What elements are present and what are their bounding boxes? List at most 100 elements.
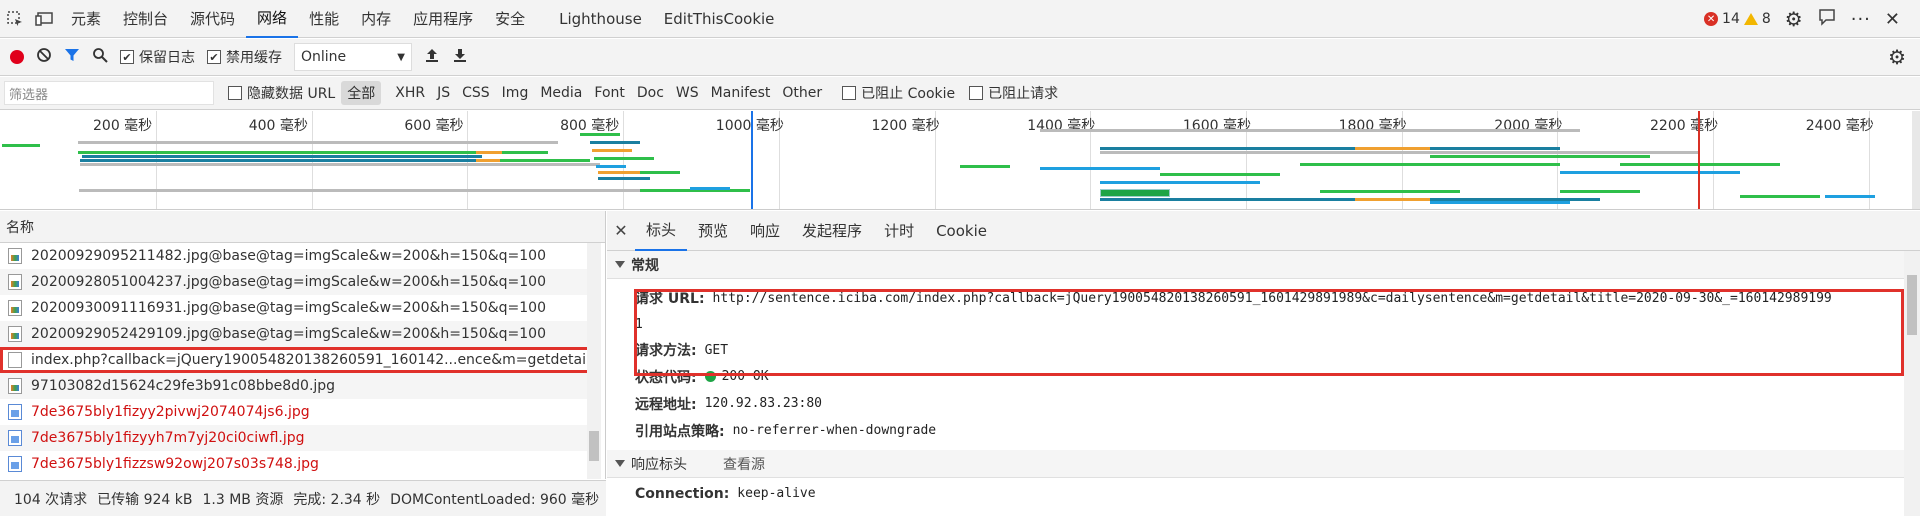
timeline-request-bar [1740, 195, 1820, 198]
tab-cookies[interactable]: Cookie [925, 211, 998, 251]
timeline-request-bar [1355, 198, 1430, 201]
request-row[interactable]: 7de3675bly1fizyyh7m7yj20ci0ciwfl.jpg [0, 425, 590, 451]
timeline-request-bar [640, 171, 680, 174]
filter-bar: 筛选器 隐藏数据 URL 全部 XHR JS CSS Img Media Fon… [0, 77, 1920, 110]
overview-scrollbar[interactable] [1912, 111, 1920, 209]
filter-type-css[interactable]: CSS [456, 81, 496, 105]
filter-type-other[interactable]: Other [776, 81, 828, 105]
blocked-requests-checkbox[interactable]: 已阻止请求 [969, 83, 1058, 103]
timeline-request-bar [476, 151, 502, 154]
preserve-log-checkbox[interactable]: ✔ 保留日志 [120, 47, 195, 67]
timeline-request-bar [1320, 190, 1460, 193]
inspect-element-icon[interactable] [0, 0, 30, 38]
scrollbar-thumb[interactable] [1907, 275, 1917, 335]
tab-preview[interactable]: 预览 [687, 211, 739, 251]
device-toolbar-icon[interactable] [30, 0, 60, 38]
search-icon[interactable] [92, 47, 108, 67]
timeline-tick-label: 2200 毫秒 [1650, 118, 1719, 134]
connection-header-value: keep-alive [737, 486, 816, 501]
network-settings-gear-icon[interactable]: ⚙ [1888, 45, 1906, 69]
image-file-icon [8, 274, 22, 290]
tab-performance[interactable]: 性能 [298, 0, 350, 38]
tab-lighthouse[interactable]: Lighthouse [548, 0, 653, 38]
tab-response[interactable]: 响应 [739, 211, 791, 251]
request-list: 名称 20200929095211482.jpg@base@tag=imgSca… [0, 211, 606, 479]
checkbox-unchecked-icon [228, 86, 242, 100]
filter-type-js[interactable]: JS [431, 81, 456, 105]
filter-type-doc[interactable]: Doc [631, 81, 670, 105]
request-detail-panel: ✕ 标头 预览 响应 发起程序 计时 Cookie 常规 请求 URL: htt… [607, 211, 1920, 516]
filter-type-xhr[interactable]: XHR [389, 81, 431, 105]
tab-sources[interactable]: 源代码 [179, 0, 246, 38]
tab-initiator[interactable]: 发起程序 [791, 211, 873, 251]
request-row[interactable]: 97103082d15624c29fe3b91c08bbe8d0.jpg [0, 373, 590, 399]
request-row[interactable]: 20200929052429109.jpg@base@tag=imgScale&… [0, 321, 590, 347]
response-headers-section-header[interactable]: 响应标头 查看源 [607, 450, 1920, 478]
remote-address-value: 120.92.83.23:80 [704, 396, 823, 411]
timeline-request-bar [592, 149, 632, 152]
tab-network[interactable]: 网络 [246, 0, 299, 38]
tab-security[interactable]: 安全 [484, 0, 536, 38]
request-row[interactable]: index.php?callback=jQuery190054820138260… [0, 347, 590, 373]
timeline-tick-label: 1000 毫秒 [715, 118, 784, 134]
request-list-scrollbar[interactable] [587, 243, 601, 479]
timeline-tick-label: 200 毫秒 [93, 118, 153, 134]
tab-memory[interactable]: 内存 [350, 0, 402, 38]
hide-data-urls-checkbox[interactable]: 隐藏数据 URL [228, 83, 335, 103]
settings-gear-icon[interactable]: ⚙ [1785, 7, 1803, 31]
timeline-tick-label: 1200 毫秒 [871, 118, 940, 134]
import-har-icon[interactable] [424, 47, 440, 67]
timeline-request-bar [580, 133, 620, 136]
filter-type-media[interactable]: Media [534, 81, 588, 105]
close-detail-icon[interactable]: ✕ [607, 221, 635, 240]
name-column-label: 名称 [6, 219, 34, 236]
blocked-cookies-checkbox[interactable]: 已阻止 Cookie [842, 83, 955, 103]
image-file-icon [8, 404, 22, 420]
dom-content-loaded-marker [751, 111, 753, 209]
request-row[interactable]: 20200930091116931.jpg@base@tag=imgScale&… [0, 295, 590, 321]
filter-type-font[interactable]: Font [588, 81, 630, 105]
timeline-request-bar [500, 159, 590, 162]
tab-application[interactable]: 应用程序 [402, 0, 484, 38]
image-file-icon [8, 430, 22, 446]
tab-timing[interactable]: 计时 [873, 211, 925, 251]
request-row[interactable]: 20200929095211482.jpg@base@tag=imgScale&… [0, 243, 590, 269]
network-overview-timeline[interactable]: 200 毫秒 400 毫秒 600 毫秒 800 毫秒 1000 毫秒 1200 毫秒 14… [0, 111, 1920, 210]
filter-type-manifest[interactable]: Manifest [705, 81, 777, 105]
disable-cache-checkbox[interactable]: ✔ 禁用缓存 [207, 47, 282, 67]
load-event-marker [1698, 111, 1700, 209]
name-column-header[interactable]: 名称 [0, 211, 605, 243]
general-section-header[interactable]: 常规 [607, 251, 1920, 279]
export-har-icon[interactable] [452, 47, 468, 67]
request-row[interactable]: 20200928051004237.jpg@base@tag=imgScale&… [0, 269, 590, 295]
filter-icon[interactable] [64, 47, 80, 67]
view-source-link[interactable]: 查看源 [723, 454, 765, 474]
timeline-request-bar [80, 159, 490, 162]
request-row[interactable]: 7de3675bly1fizyy2pivwj2074074js6.jpg [0, 399, 590, 425]
timeline-request-bar [2, 144, 40, 147]
feedback-icon[interactable] [1817, 7, 1837, 31]
filter-type-ws[interactable]: WS [670, 81, 705, 105]
issues-counter[interactable]: ✕ 14 8 [1704, 11, 1771, 27]
timeline-request-bar [1100, 189, 1170, 197]
tab-headers[interactable]: 标头 [635, 211, 688, 251]
detail-scrollbar[interactable] [1904, 251, 1920, 516]
filter-type-img[interactable]: Img [496, 81, 535, 105]
record-button-icon[interactable] [10, 50, 24, 64]
throttling-select[interactable]: Online ▼ [294, 43, 412, 71]
image-file-icon [8, 378, 22, 394]
more-options-icon[interactable]: ··· [1851, 9, 1871, 30]
document-file-icon [8, 352, 22, 368]
filter-type-all[interactable]: 全部 [341, 81, 382, 105]
request-row[interactable]: 7de3675bly1fizzsw92owj207s03s748.jpg [0, 451, 590, 477]
tab-console[interactable]: 控制台 [112, 0, 179, 38]
scrollbar-thumb[interactable] [589, 431, 599, 461]
timeline-request-bar [1040, 167, 1160, 170]
filter-input[interactable]: 筛选器 [4, 81, 214, 105]
checkbox-unchecked-icon [969, 86, 984, 100]
tab-editthiscookie[interactable]: EditThisCookie [653, 0, 786, 38]
tab-elements[interactable]: 元素 [60, 0, 112, 38]
timeline-request-bar [1100, 147, 1360, 150]
close-devtools-icon[interactable]: ✕ [1885, 9, 1900, 30]
clear-icon[interactable] [36, 47, 52, 67]
